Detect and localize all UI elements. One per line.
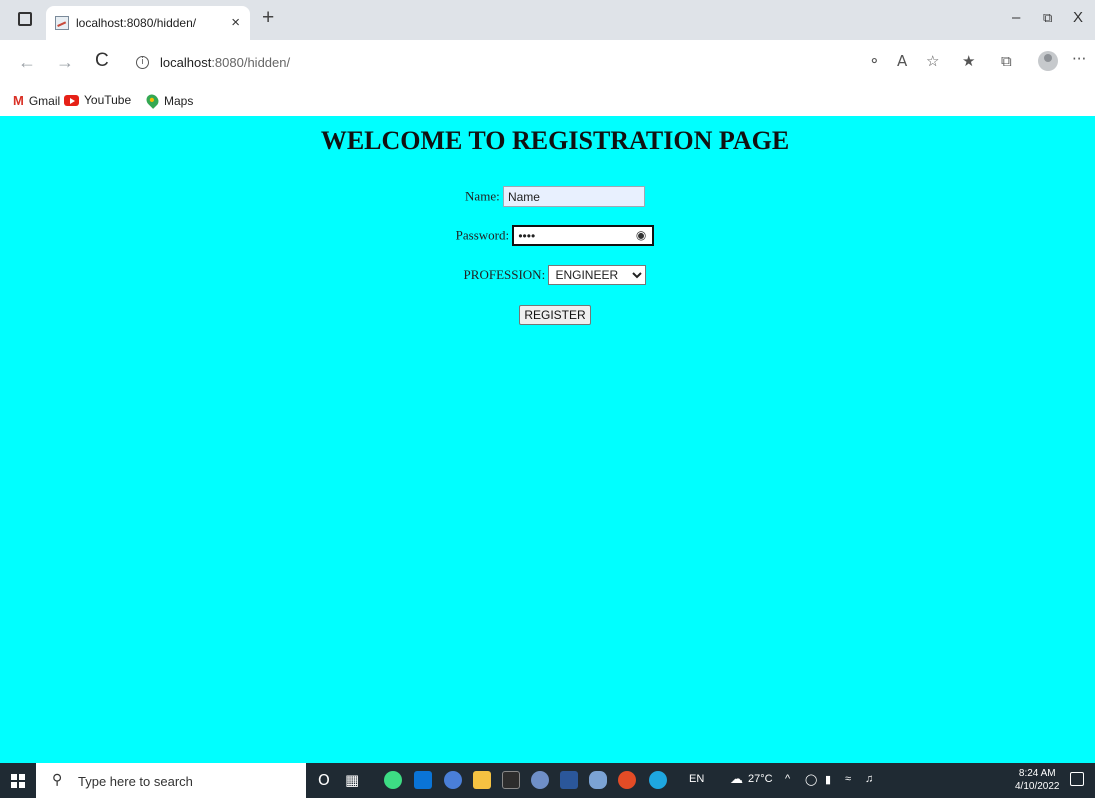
- bookmark-gmail[interactable]: M Gmail: [13, 93, 60, 108]
- password-label: Password:: [455, 227, 510, 243]
- tab-actions-icon[interactable]: [18, 12, 32, 26]
- gmail-icon: M: [13, 93, 24, 108]
- add-favorite-icon[interactable]: ☆: [926, 52, 939, 70]
- tab-bar: localhost:8080/hidden/ × + – ⧉ X: [0, 0, 1095, 40]
- profession-row: PROFESSION: ENGINEER: [0, 265, 1095, 285]
- password-row: Password: ◉: [0, 225, 1095, 246]
- network-icon[interactable]: ◯: [805, 773, 817, 786]
- read-aloud-icon[interactable]: A: [897, 52, 907, 70]
- bookmark-youtube[interactable]: YouTube: [64, 93, 131, 107]
- youtube-icon: [64, 94, 79, 106]
- notification-icon[interactable]: [1070, 772, 1084, 786]
- maps-icon: [144, 92, 161, 109]
- page-title: WELCOME TO REGISTRATION PAGE: [320, 126, 790, 155]
- back-icon[interactable]: ←: [18, 52, 36, 73]
- more-menu-icon[interactable]: ···: [1072, 50, 1086, 68]
- reveal-password-icon[interactable]: ◉: [636, 228, 646, 242]
- page-content: WELCOME TO REGISTRATION PAGE Name: Passw…: [0, 116, 1095, 763]
- search-icon: ⚲: [52, 772, 63, 788]
- edge-icon[interactable]: [649, 771, 667, 789]
- clock[interactable]: 8:24 AM 4/10/2022: [1015, 767, 1060, 793]
- collections-icon[interactable]: ⧉: [1001, 52, 1012, 70]
- wifi-icon[interactable]: ≈: [845, 773, 851, 785]
- register-row: REGISTER: [0, 305, 1095, 325]
- app-icon[interactable]: [444, 771, 462, 789]
- name-input[interactable]: [502, 186, 645, 207]
- favorites-icon[interactable]: ★: [962, 52, 975, 70]
- task-view-icon[interactable]: ▦: [345, 771, 359, 789]
- register-button[interactable]: REGISTER: [519, 305, 591, 325]
- word-icon[interactable]: [560, 771, 578, 789]
- profession-select[interactable]: ENGINEER: [548, 265, 647, 285]
- reload-icon[interactable]: C: [95, 50, 109, 72]
- password-wrapper: ◉: [512, 225, 655, 246]
- search-placeholder: Type here to search: [78, 774, 193, 789]
- windows-start-icon[interactable]: [11, 774, 25, 788]
- url-field[interactable]: localhost:8080/hidden/: [160, 55, 290, 70]
- name-label: Name:: [465, 188, 500, 204]
- tab-title: localhost:8080/hidden/: [76, 16, 197, 30]
- url-host: localhost: [160, 55, 212, 70]
- bookmark-label: YouTube: [84, 93, 132, 107]
- bookmark-maps[interactable]: Maps: [144, 92, 194, 109]
- close-window-icon[interactable]: X: [1073, 9, 1083, 26]
- taskbar-search[interactable]: ⚲ Type here to search: [36, 763, 306, 798]
- mail-icon[interactable]: [414, 771, 432, 789]
- url-path: :8080/hidden/: [211, 55, 291, 70]
- profile-avatar[interactable]: [1038, 51, 1058, 71]
- cortana-icon[interactable]: O: [318, 771, 330, 789]
- name-row: Name:: [0, 186, 1095, 207]
- bookmark-label: Maps: [164, 93, 194, 108]
- password-input[interactable]: [512, 225, 655, 246]
- restore-icon[interactable]: ⧉: [1043, 10, 1052, 26]
- chrome-icon[interactable]: [618, 771, 636, 789]
- new-tab-button[interactable]: +: [262, 6, 274, 30]
- browser-tab[interactable]: localhost:8080/hidden/ ×: [46, 6, 250, 40]
- chevron-up-icon[interactable]: ^: [785, 773, 790, 785]
- app-icon[interactable]: [589, 771, 607, 789]
- terminal-icon[interactable]: [502, 771, 520, 789]
- taskbar: ⚲ Type here to search O ▦ EN ☁ 27°C ^ ◯ …: [0, 763, 1095, 798]
- page-favicon-icon: [55, 16, 69, 30]
- clock-date: 4/10/2022: [1015, 781, 1060, 792]
- site-info-icon[interactable]: i: [136, 56, 149, 69]
- clock-time: 8:24 AM: [1018, 768, 1056, 779]
- key-icon[interactable]: ⚬: [868, 52, 881, 70]
- address-bar: ← → C i localhost:8080/hidden/ ⚬ A ☆ ★ ⧉…: [0, 40, 1095, 86]
- file-explorer-icon[interactable]: [473, 771, 491, 789]
- profession-label: PROFESSION:: [463, 267, 546, 282]
- language-indicator[interactable]: EN: [689, 773, 704, 785]
- temperature[interactable]: 27°C: [748, 773, 773, 785]
- tab-close-icon[interactable]: ×: [231, 14, 240, 31]
- bookmark-label: Gmail: [28, 93, 61, 108]
- minimize-icon[interactable]: –: [1012, 9, 1020, 26]
- weather-icon[interactable]: ☁: [730, 771, 743, 787]
- battery-icon[interactable]: ▮: [825, 773, 831, 786]
- paint-icon[interactable]: [531, 771, 549, 789]
- android-studio-icon[interactable]: [384, 771, 402, 789]
- forward-icon[interactable]: →: [56, 52, 74, 73]
- bookmarks-bar: M Gmail YouTube Maps: [0, 86, 1095, 116]
- volume-icon[interactable]: ♫: [865, 773, 873, 785]
